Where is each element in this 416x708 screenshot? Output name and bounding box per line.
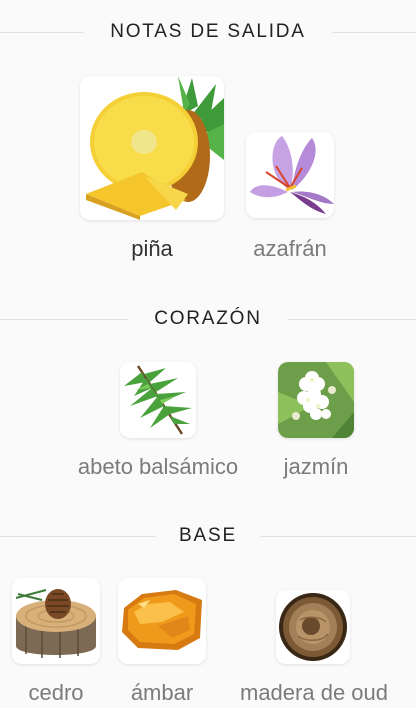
note-tile-oud[interactable]	[276, 590, 350, 664]
note-tile-amber[interactable]	[118, 578, 206, 664]
note-label-oud: madera de oud	[240, 680, 388, 705]
note-tile-pineapple[interactable]	[80, 76, 224, 220]
note-label-jasmine: jazmín	[283, 454, 349, 479]
note-tile-jasmine[interactable]	[278, 362, 354, 438]
note-label-cedar: cedro	[28, 680, 84, 705]
section-title: CORAZÓN	[128, 299, 288, 339]
fir-branch-icon	[124, 365, 192, 435]
note-label-fir: abeto balsámico	[77, 454, 239, 479]
note-tile-cedar[interactable]	[12, 578, 100, 664]
section-title: BASE	[156, 516, 260, 556]
pineapple-icon	[86, 76, 224, 220]
section-header-top-notes: NOTAS DE SALIDA	[0, 12, 416, 52]
note-label-saffron: azafrán	[253, 236, 327, 261]
note-label-amber: ámbar	[130, 680, 194, 705]
note-tile-saffron[interactable]	[246, 132, 334, 218]
section-header-base-notes: BASE	[0, 516, 416, 556]
amber-stone-icon	[122, 590, 202, 650]
oud-wood-icon	[279, 593, 347, 661]
jasmine-flower-icon	[278, 362, 354, 438]
note-label-pineapple: piña	[131, 236, 173, 261]
note-tile-fir[interactable]	[120, 362, 196, 438]
saffron-flower-icon	[250, 136, 334, 214]
cedar-log-icon	[15, 589, 96, 658]
section-title: NOTAS DE SALIDA	[84, 12, 332, 52]
section-header-heart-notes: CORAZÓN	[0, 299, 416, 339]
